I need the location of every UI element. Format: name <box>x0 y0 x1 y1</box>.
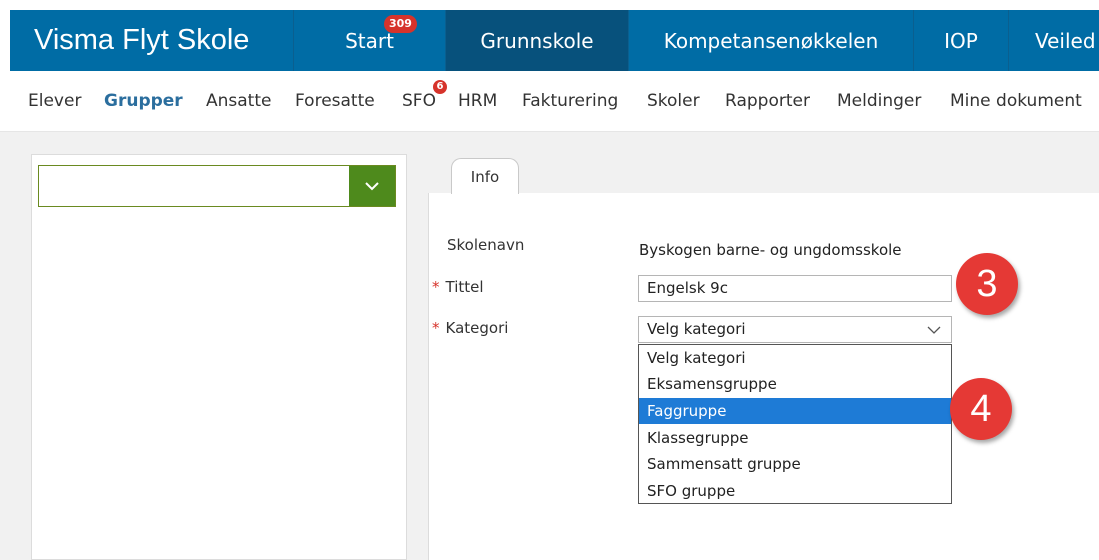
subnav-item-sfo[interactable]: SFO <box>402 91 436 111</box>
category-option[interactable]: Eksamensgruppe <box>639 371 951 397</box>
nav-tab-label: IOP <box>944 28 978 53</box>
subnav-item-elever[interactable]: Elever <box>28 91 81 111</box>
group-list-panel <box>31 154 407 560</box>
subnav-item-rapporter[interactable]: Rapporter <box>725 91 810 111</box>
app-header: Visma Flyt Skole Start 309 Grunnskole Ko… <box>10 10 1099 71</box>
category-option[interactable]: Klassegruppe <box>639 425 951 451</box>
sfo-notification-badge: 6 <box>433 80 447 94</box>
nav-tab-veiled[interactable]: Veiled <box>1009 10 1099 71</box>
sub-navigation: Elever Grupper Ansatte Foresatte SFO 6 H… <box>0 71 1099 132</box>
nav-tab-kompetansenokkelen[interactable]: Kompetansenøkkelen <box>629 10 914 71</box>
subnav-item-grupper[interactable]: Grupper <box>104 91 183 111</box>
category-option[interactable]: Velg kategori <box>639 345 951 371</box>
category-option-highlighted[interactable]: Faggruppe <box>639 398 951 424</box>
category-option[interactable]: SFO gruppe <box>639 478 951 504</box>
group-select-button[interactable] <box>349 166 395 206</box>
subnav-item-meldinger[interactable]: Meldinger <box>837 91 921 111</box>
subnav-item-fakturering[interactable]: Fakturering <box>522 91 618 111</box>
nav-tab-grunnskole[interactable]: Grunnskole <box>446 10 629 71</box>
top-whitespace <box>0 0 1099 10</box>
title-input[interactable]: Engelsk 9c <box>638 275 952 302</box>
category-option[interactable]: Sammensatt gruppe <box>639 451 951 477</box>
nav-tab-label: Grunnskole <box>480 28 594 53</box>
subnav-item-mine-dokumenter[interactable]: Mine dokument <box>950 91 1082 111</box>
tab-info[interactable]: Info <box>451 158 519 194</box>
subnav-item-hrm[interactable]: HRM <box>458 91 497 111</box>
category-dropdown-list: Velg kategori Eksamensgruppe Faggruppe K… <box>638 344 952 504</box>
nav-tab-label: Veiled <box>1035 28 1096 53</box>
category-select[interactable]: Velg kategori <box>638 316 952 343</box>
school-name-label: Skolenavn <box>447 236 525 254</box>
category-select-value: Velg kategori <box>647 320 746 338</box>
title-label-row: * Tittel <box>432 278 484 296</box>
chevron-down-icon <box>365 182 379 191</box>
required-marker: * <box>432 319 440 337</box>
subnav-item-foresatte[interactable]: Foresatte <box>295 91 375 111</box>
required-marker: * <box>432 278 440 296</box>
category-label-row: * Kategori <box>432 319 508 337</box>
category-label: Kategori <box>445 319 509 337</box>
nav-tab-iop[interactable]: IOP <box>914 10 1009 71</box>
step-marker-4: 4 <box>950 378 1012 440</box>
nav-tab-label: Start <box>345 28 394 53</box>
subnav-item-skoler[interactable]: Skoler <box>647 91 700 111</box>
subnav-item-ansatte[interactable]: Ansatte <box>206 91 271 111</box>
nav-tab-label: Kompetansenøkkelen <box>663 28 879 53</box>
title-label: Tittel <box>445 278 484 296</box>
app-title[interactable]: Visma Flyt Skole <box>10 10 294 71</box>
notification-badge: 309 <box>384 15 417 33</box>
nav-tab-start[interactable]: Start 309 <box>294 10 446 71</box>
step-marker-3: 3 <box>956 253 1018 315</box>
school-name-value: Byskogen barne- og ungdomsskole <box>639 241 902 259</box>
group-select[interactable] <box>38 165 396 207</box>
